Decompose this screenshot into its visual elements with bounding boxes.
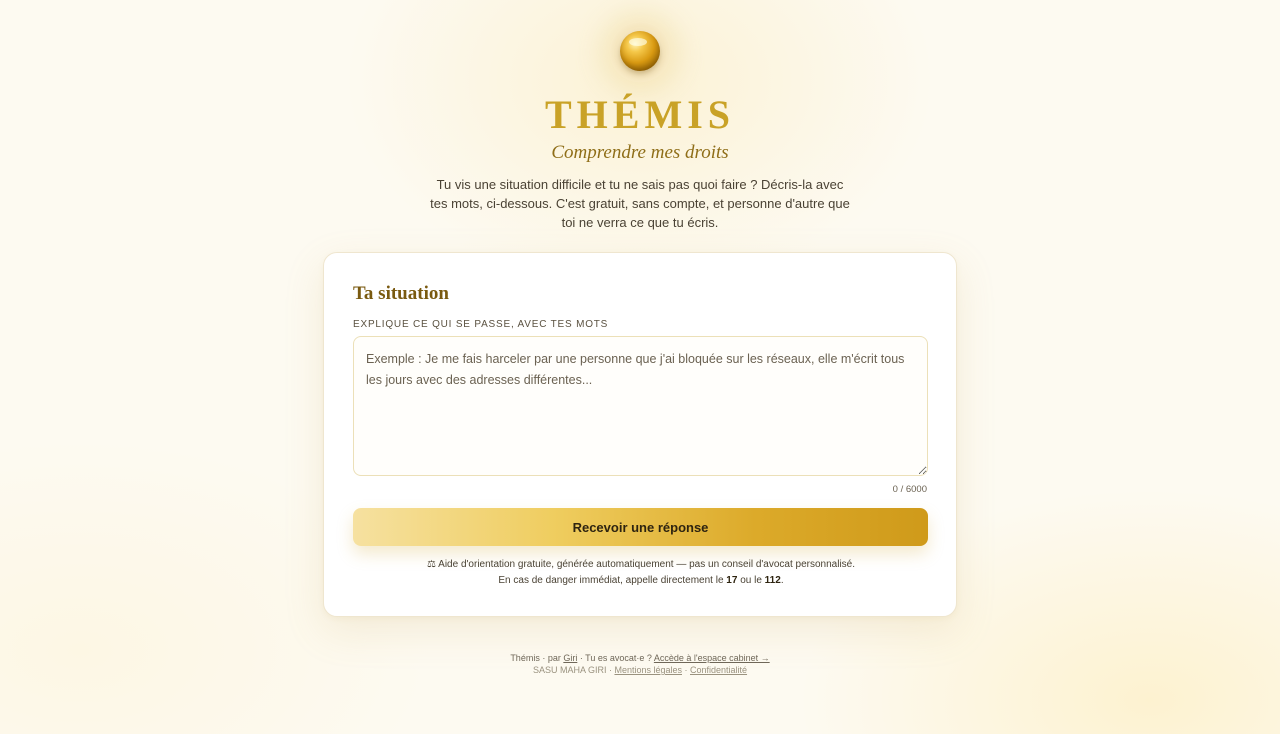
legal-notice-link[interactable]: Mentions légales xyxy=(614,665,682,675)
author-link[interactable]: Giri xyxy=(563,653,577,663)
emergency-number-112: 112 xyxy=(764,575,781,586)
logo xyxy=(610,22,670,82)
golden-orb-icon xyxy=(620,31,660,71)
disclaimer-mid: ou le xyxy=(737,575,765,586)
card-title: Ta situation xyxy=(353,283,449,304)
company-name: SASU MAHA GIRI · xyxy=(532,665,615,675)
footer-line-1: Thémis · par Giri · Tu es avocat·e ? Acc… xyxy=(0,652,1280,664)
disclaimer-suffix: . xyxy=(780,575,784,586)
lawyer-prompt: · Tu es avocat·e ? xyxy=(577,653,654,663)
brand-title: THÉMIS xyxy=(544,92,736,137)
emergency-number-17: 17 xyxy=(726,575,738,586)
disclaimer-line-2: En cas de danger immédiat, appelle direc… xyxy=(324,573,958,589)
intro-text: Tu vis une situation difficile et tu ne … xyxy=(430,177,850,230)
situation-textarea[interactable] xyxy=(353,336,928,476)
disclaimer-line-1: ⚖ Aide d'orientation gratuite, générée a… xyxy=(426,559,856,570)
situation-label: EXPLIQUE CE QUI SE PASSE, AVEC TES MOTS xyxy=(353,319,609,330)
character-counter: 0 / 6000 xyxy=(892,484,927,495)
disclaimer-prefix: En cas de danger immédiat, appelle direc… xyxy=(498,575,727,586)
lawyer-space-link[interactable]: Accède à l'espace cabinet → xyxy=(654,653,770,663)
footer: Thémis · par Giri · Tu es avocat·e ? Acc… xyxy=(0,652,1280,676)
situation-card: Ta situation EXPLIQUE CE QUI SE PASSE, A… xyxy=(323,252,957,617)
privacy-link[interactable]: Confidentialité xyxy=(690,665,747,675)
disclaimer: ⚖ Aide d'orientation gratuite, générée a… xyxy=(324,557,958,589)
submit-button[interactable]: Recevoir une réponse xyxy=(353,508,928,546)
footer-brand: Thémis · par xyxy=(510,653,564,663)
footer-line-2: SASU MAHA GIRI · Mentions légales · Conf… xyxy=(0,664,1280,676)
footer-separator: · xyxy=(682,665,690,675)
brand-tagline: Comprendre mes droits xyxy=(551,142,729,163)
